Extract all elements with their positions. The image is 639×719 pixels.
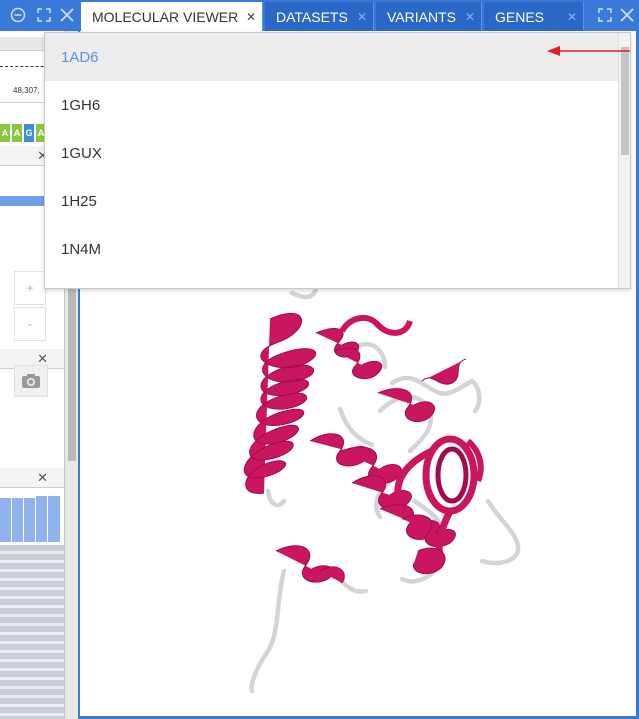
dropdown-option-1gux[interactable]: 1GUX: [45, 129, 619, 177]
close-icon[interactable]: ✕: [357, 10, 367, 24]
structure-dropdown[interactable]: 1AD6 1GH6 1GUX 1H25 1N4M: [44, 32, 631, 289]
dropdown-option-1gh6[interactable]: 1GH6: [45, 81, 619, 129]
tab-label: MOLECULAR VIEWER: [92, 8, 239, 25]
base-a: A: [12, 124, 22, 142]
option-label: 1H25: [61, 192, 97, 210]
option-label: 1AD6: [61, 48, 99, 66]
app-window: MOLECULAR VIEWER ✕ DATASETS ✕ VARIANTS ✕…: [0, 0, 639, 719]
pointer-arrow-icon: [547, 46, 630, 56]
tab-bar: MOLECULAR VIEWER ✕ DATASETS ✕ VARIANTS ✕…: [0, 0, 639, 31]
tab-label: GENES: [495, 8, 545, 25]
minimize-panel-icon[interactable]: [9, 6, 27, 24]
expand-icon[interactable]: [596, 6, 614, 24]
coverage-bars: [0, 494, 64, 542]
base-a: A: [0, 124, 10, 142]
scroll-thumb[interactable]: [621, 47, 629, 155]
tab-datasets[interactable]: DATASETS ✕: [265, 2, 374, 31]
zoom-in-label: +: [26, 281, 34, 295]
tab-genes[interactable]: GENES ✕: [484, 2, 584, 31]
close-panel-icon[interactable]: [58, 6, 76, 24]
zoom-in-button[interactable]: +: [14, 271, 46, 305]
tab-label: VARIANTS: [387, 8, 456, 25]
dropdown-option-1h25[interactable]: 1H25: [45, 177, 619, 225]
read-alignments: [0, 545, 64, 719]
tab-molecular-viewer[interactable]: MOLECULAR VIEWER ✕: [81, 2, 263, 31]
dropdown-scrollbar[interactable]: [618, 33, 630, 288]
tab-variants[interactable]: VARIANTS ✕: [376, 2, 482, 31]
zoom-out-button[interactable]: -: [14, 307, 46, 341]
base-g: G: [24, 124, 34, 142]
coordinate-label: 48,307,: [13, 86, 40, 95]
camera-icon: [22, 374, 40, 388]
close-icon[interactable]: ✕: [37, 470, 48, 486]
protein-helix: [244, 313, 484, 584]
close-icon[interactable]: [618, 6, 636, 24]
close-icon[interactable]: ✕: [567, 10, 577, 24]
dropdown-option-1ad6[interactable]: 1AD6: [45, 33, 619, 81]
option-label: 1GUX: [61, 144, 102, 162]
camera-button[interactable]: [14, 365, 48, 397]
close-icon[interactable]: ✕: [465, 10, 475, 24]
panel-header: ✕: [0, 468, 64, 488]
dropdown-option-1n4m[interactable]: 1N4M: [45, 225, 619, 273]
close-icon[interactable]: ✕: [246, 10, 256, 24]
option-label: 1N4M: [61, 240, 102, 258]
expand-panel-icon[interactable]: [35, 6, 53, 24]
protein-coil: [249, 286, 521, 694]
zoom-out-label: -: [28, 317, 32, 331]
option-label: 1GH6: [61, 96, 101, 114]
tab-label: DATASETS: [276, 8, 348, 25]
